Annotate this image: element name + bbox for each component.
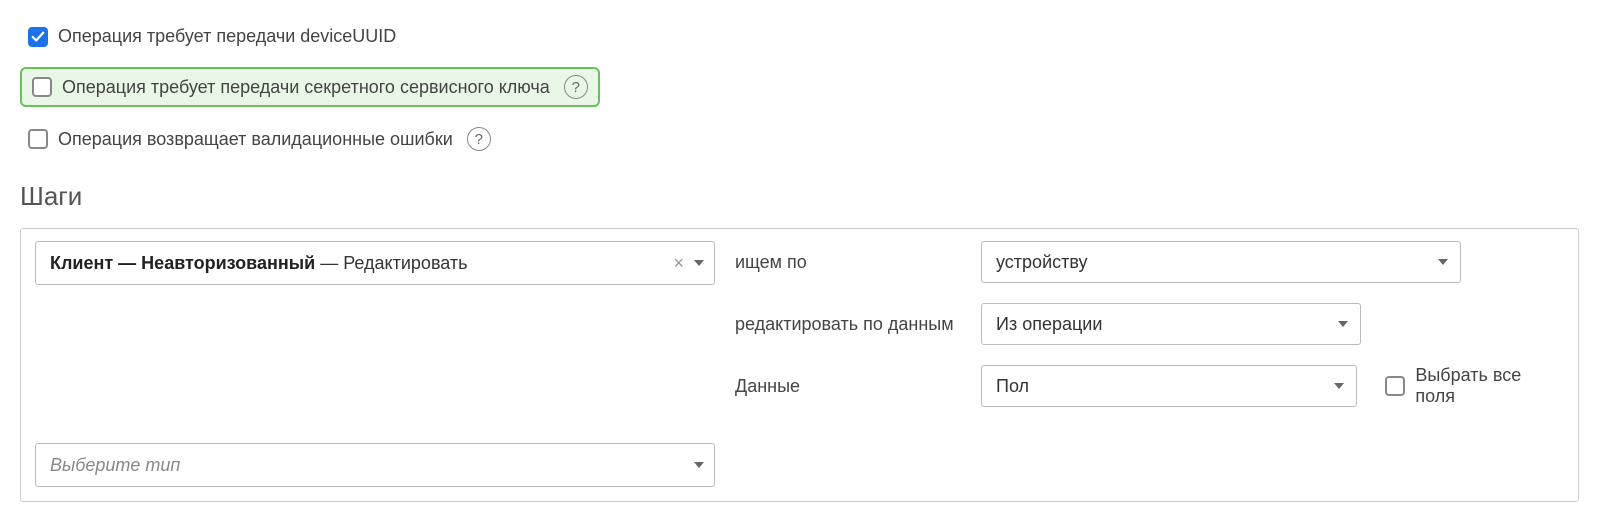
field-row-edit-by: редактировать по данным Из операции [735, 303, 1564, 345]
checkbox-secret-key[interactable] [32, 77, 52, 97]
field-label-edit-by: редактировать по данным [735, 314, 965, 335]
add-step-type-select[interactable]: Выберите тип [35, 443, 715, 487]
field-row-data: Данные Пол Выбрать все поля [735, 365, 1564, 407]
checkbox-label-select-all: Выбрать все поля [1415, 365, 1564, 407]
checkbox-row-device-uuid: Операция требует передачи deviceUUID [20, 20, 1579, 53]
help-icon[interactable]: ? [467, 127, 491, 151]
dropdown-data[interactable]: Пол [981, 365, 1357, 407]
chevron-down-icon[interactable] [694, 462, 704, 468]
checkbox-device-uuid[interactable] [28, 27, 48, 47]
checkbox-label-validation-errors: Операция возвращает валидационные ошибки [58, 129, 453, 150]
dropdown-search-by[interactable]: устройству [981, 241, 1461, 283]
field-label-search-by: ищем по [735, 252, 965, 273]
section-title-steps: Шаги [20, 181, 1579, 212]
chevron-down-icon [1338, 321, 1348, 327]
field-row-search-by: ищем по устройству [735, 241, 1564, 283]
field-label-data: Данные [735, 376, 965, 397]
steps-container: Клиент — Неавторизованный — Редактироват… [20, 228, 1579, 502]
step-select-controls: × [673, 254, 704, 272]
checkbox-label-secret-key: Операция требует передачи секретного сер… [62, 77, 550, 98]
chevron-down-icon [1334, 383, 1344, 389]
clear-icon[interactable]: × [673, 254, 684, 272]
checkbox-row-secret-key: Операция требует передачи секретного сер… [20, 67, 600, 107]
add-step-placeholder: Выберите тип [50, 455, 180, 476]
dropdown-value-search-by: устройству [996, 252, 1088, 273]
checkbox-validation-errors[interactable] [28, 129, 48, 149]
dropdown-edit-by[interactable]: Из операции [981, 303, 1361, 345]
chevron-down-icon[interactable] [694, 260, 704, 266]
dropdown-value-data: Пол [996, 376, 1029, 397]
step-type-value: Клиент — Неавторизованный — Редактироват… [50, 253, 468, 274]
step-type-select[interactable]: Клиент — Неавторизованный — Редактироват… [35, 241, 715, 285]
select-all-wrapper: Выбрать все поля [1385, 365, 1564, 407]
add-step-controls [690, 462, 704, 468]
chevron-down-icon [1438, 259, 1448, 265]
checkbox-select-all[interactable] [1385, 376, 1405, 396]
dropdown-value-edit-by: Из операции [996, 314, 1102, 335]
checkbox-row-validation-errors: Операция возвращает валидационные ошибки… [20, 121, 1579, 157]
checkbox-label-device-uuid: Операция требует передачи deviceUUID [58, 26, 396, 47]
check-icon [31, 30, 45, 44]
help-icon[interactable]: ? [564, 75, 588, 99]
